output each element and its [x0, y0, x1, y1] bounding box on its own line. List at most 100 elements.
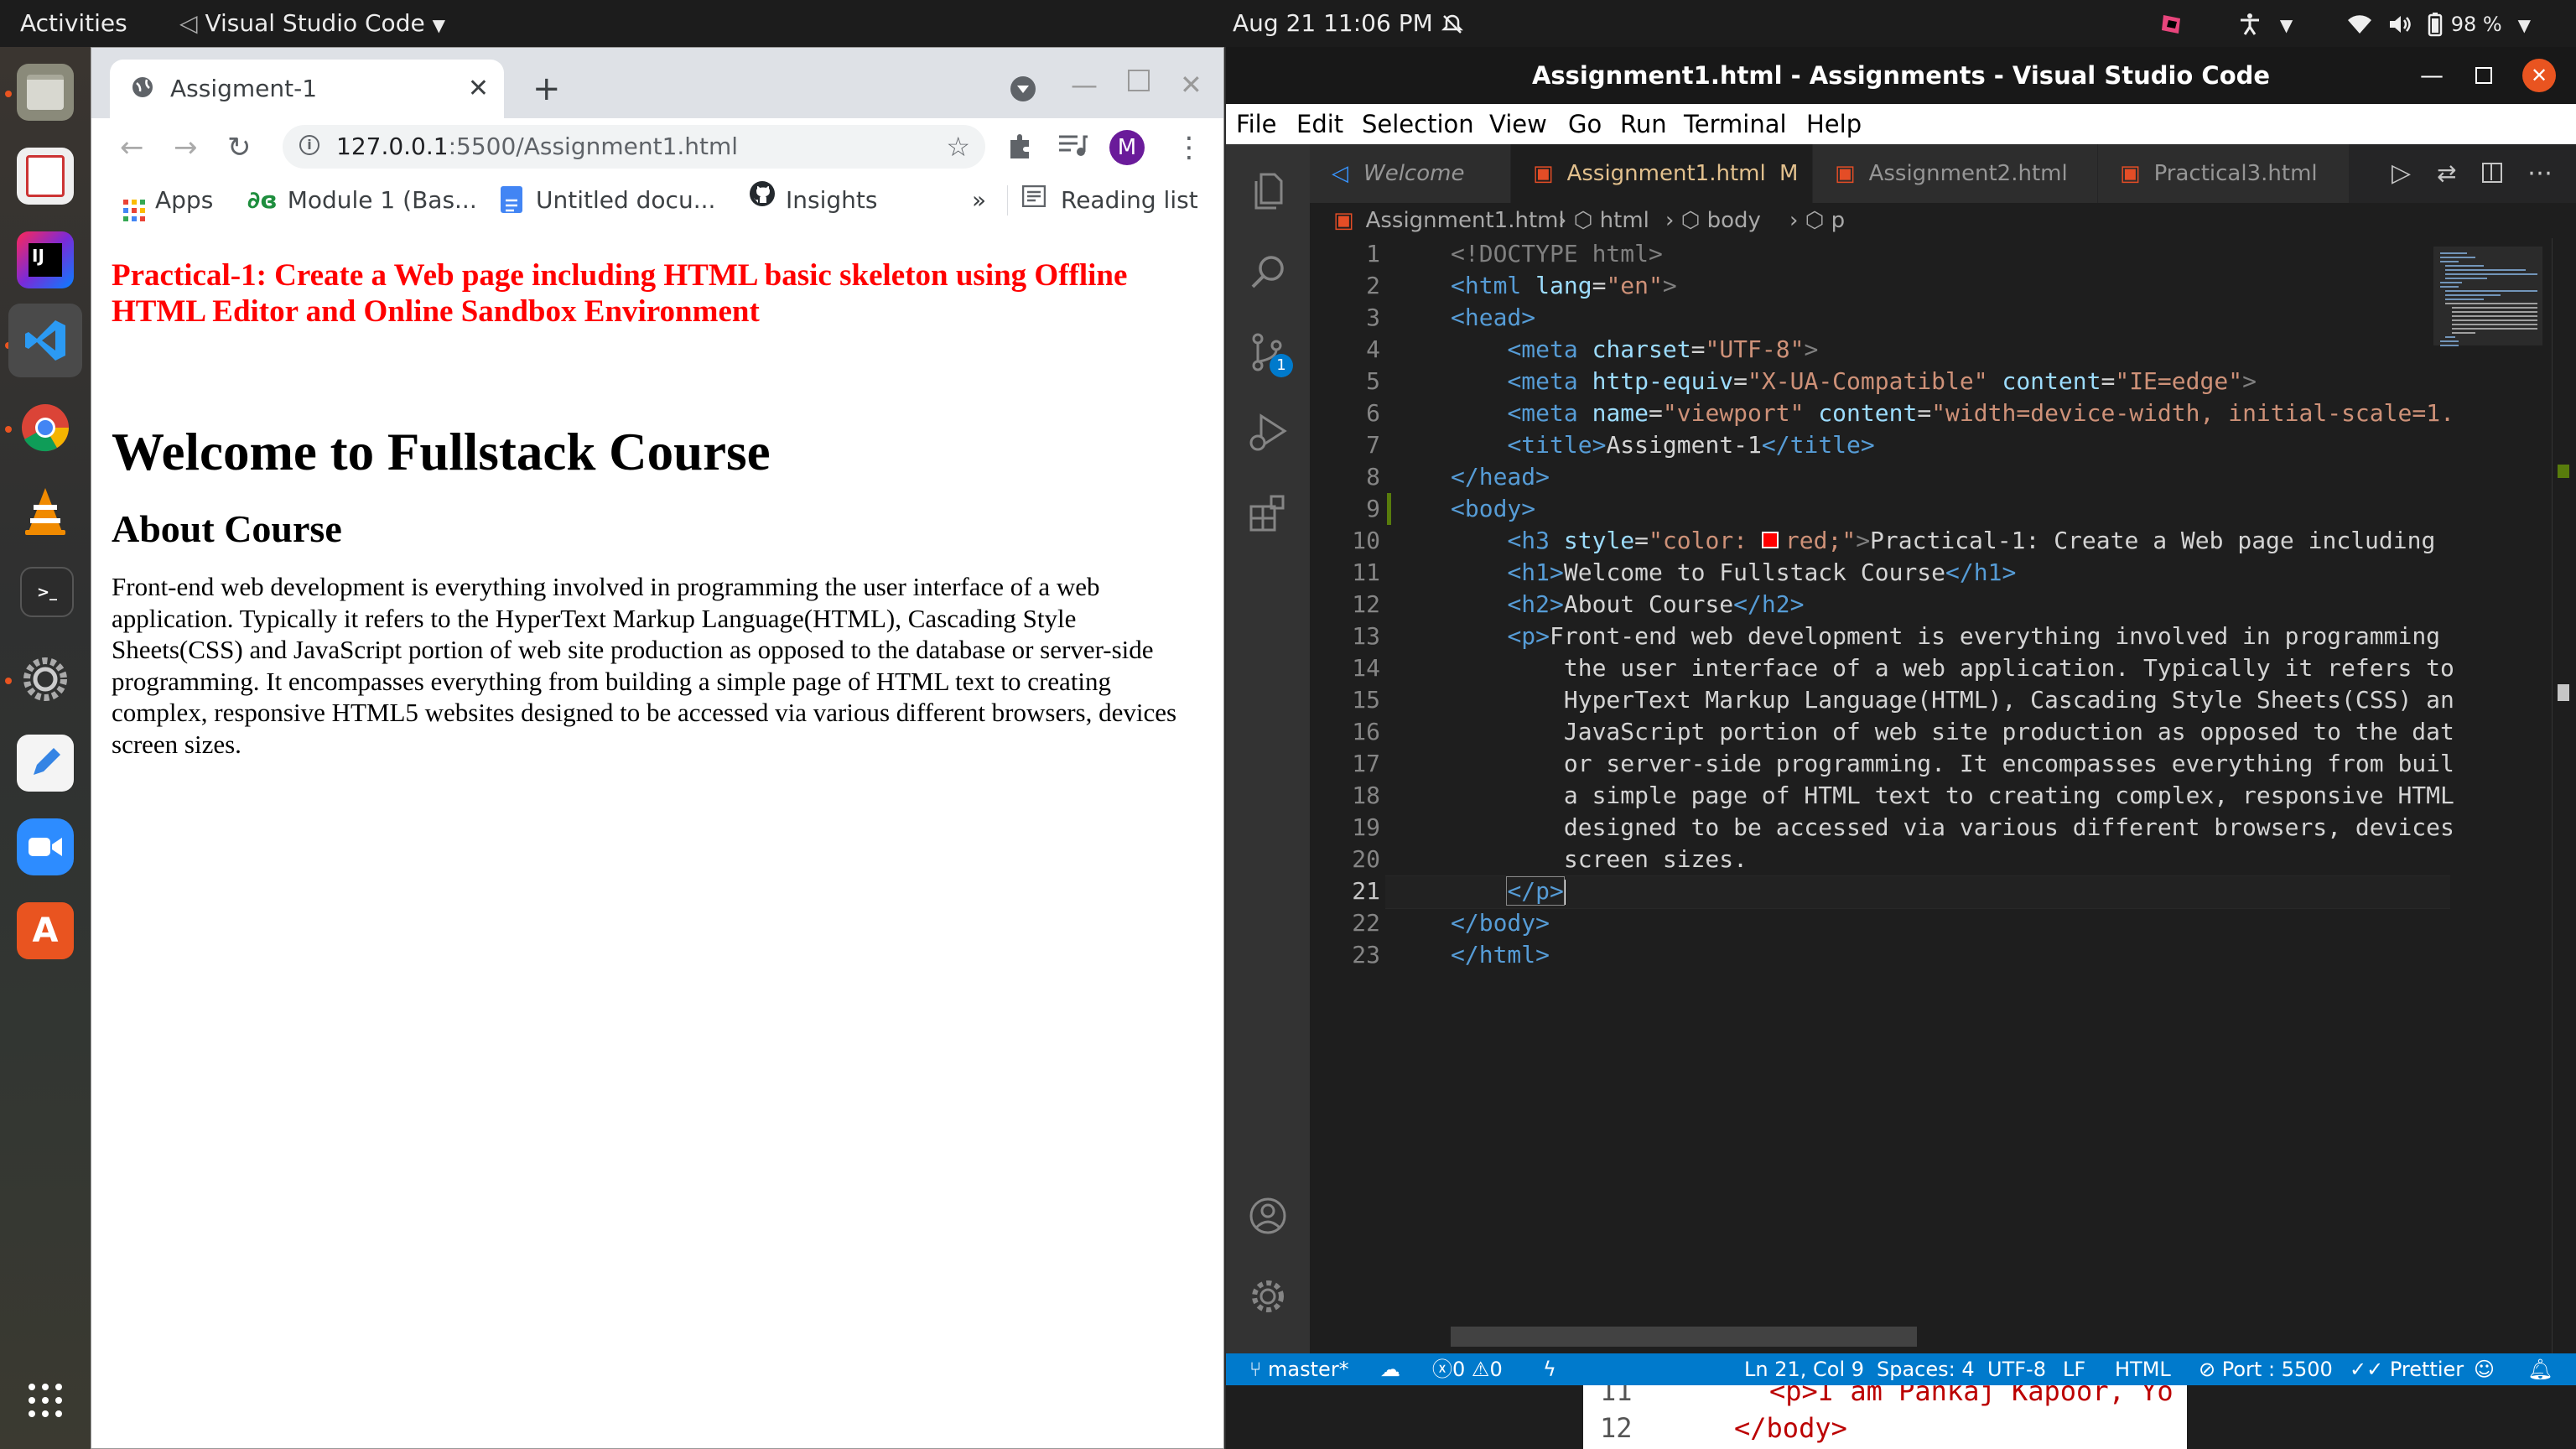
- back-icon[interactable]: ←: [120, 127, 144, 169]
- more-menu-icon[interactable]: ⋮: [1175, 127, 1203, 169]
- indentation[interactable]: Spaces: 4: [1877, 1353, 1975, 1385]
- language-mode[interactable]: HTML: [2115, 1353, 2171, 1385]
- token: <h3: [1507, 527, 1564, 554]
- app-grid-icon[interactable]: [17, 1372, 74, 1429]
- intellij-icon[interactable]: IJ: [17, 231, 74, 288]
- browser-tab[interactable]: Assigment-1 ✕: [110, 60, 504, 118]
- chevron-down-icon: ▼: [432, 15, 445, 35]
- minimize-icon[interactable]: —: [1071, 61, 1098, 108]
- reading-list-button[interactable]: Reading list: [1021, 176, 1198, 224]
- terminal-icon[interactable]: >_: [20, 567, 74, 617]
- run-icon[interactable]: ▷: [2392, 144, 2411, 203]
- clock[interactable]: Aug 21 11:06 PM: [1233, 0, 1464, 47]
- cursor-position[interactable]: Ln 21, Col 9: [1744, 1353, 1864, 1385]
- token: </h1>: [1945, 558, 2017, 586]
- profile-avatar[interactable]: M: [1109, 130, 1145, 165]
- menu-terminal[interactable]: Terminal: [1684, 104, 1787, 144]
- menu-run[interactable]: Run: [1620, 104, 1667, 144]
- open-changes-icon[interactable]: ⇄: [2437, 144, 2456, 203]
- minimize-icon[interactable]: —: [2420, 47, 2444, 104]
- close-tab-icon[interactable]: ✕: [468, 60, 489, 118]
- close-window-icon[interactable]: ✕: [2522, 59, 2556, 92]
- branch-indicator[interactable]: ⑂ master*: [1249, 1353, 1349, 1385]
- prettier-status[interactable]: ✓✓ Prettier: [2350, 1353, 2464, 1385]
- accounts-icon[interactable]: [1244, 1192, 1291, 1239]
- address-bar[interactable]: i 127.0.0.1:5500/Assignment1.html ☆: [283, 125, 985, 169]
- tab-assignment2[interactable]: ▣ Assignment2.html: [1813, 144, 2098, 203]
- settings-icon[interactable]: [17, 651, 74, 708]
- media-control-icon[interactable]: [1057, 132, 1088, 164]
- text-editor-icon[interactable]: [17, 735, 74, 792]
- bg-code-line: </body>: [1734, 1412, 1847, 1444]
- forward-icon[interactable]: →: [174, 127, 198, 169]
- extensions-icon[interactable]: [1005, 132, 1034, 164]
- search-icon[interactable]: [1244, 248, 1291, 295]
- reload-icon[interactable]: ↻: [227, 127, 252, 169]
- menu-go[interactable]: Go: [1568, 104, 1602, 144]
- lightning-icon[interactable]: ϟ: [1543, 1353, 1556, 1385]
- breadcrumb-p[interactable]: › ⬡ p: [1789, 203, 1845, 238]
- chevron-down-icon: ▼: [2279, 15, 2293, 35]
- code-editor[interactable]: 1 2 3 4 5 6 7 8 9 10 11 12 13 14 15 16 17 18 19 20 21 22 23 <!…: [1310, 238, 2576, 1353]
- jetbrains-toolbox-icon[interactable]: [2158, 0, 2184, 47]
- url-host: 127.0.0.1: [336, 132, 449, 160]
- app-menu[interactable]: ◁ Visual Studio Code ▼: [179, 0, 445, 47]
- office-icon[interactable]: [17, 148, 74, 205]
- cube-icon: ⬡: [1680, 208, 1701, 233]
- tab-assignment1[interactable]: ▣Assignment1.html M ✕: [1511, 144, 1831, 203]
- reading-list-icon: [1021, 176, 1046, 223]
- system-status[interactable]: 98 % ▼: [2346, 0, 2531, 47]
- source-control-icon[interactable]: 1: [1244, 329, 1293, 377]
- close-window-icon[interactable]: ✕: [1180, 61, 1202, 108]
- bookmark-module[interactable]: ∂ɞ Module 1 (Bas...: [247, 177, 477, 224]
- menu-selection[interactable]: Selection: [1362, 104, 1474, 144]
- run-debug-icon[interactable]: [1244, 409, 1291, 456]
- menu-edit[interactable]: Edit: [1296, 104, 1343, 144]
- maximize-icon[interactable]: [2475, 67, 2492, 84]
- tab-search-icon[interactable]: [1009, 75, 1037, 106]
- line-endings[interactable]: LF: [2063, 1353, 2085, 1385]
- extensions-icon[interactable]: [1244, 490, 1291, 537]
- breadcrumb-html[interactable]: › ⬡ html: [1558, 203, 1649, 238]
- html5-icon: ▣: [1533, 161, 1554, 186]
- live-server-port[interactable]: ⊘ Port : 5500: [2199, 1353, 2333, 1385]
- encoding[interactable]: UTF-8: [1987, 1353, 2046, 1385]
- bookmark-untitled-doc[interactable]: Untitled docu...: [501, 177, 715, 224]
- tab-practical3[interactable]: ▣ Practical3.html: [2098, 144, 2350, 203]
- vertical-scrollbar[interactable]: [2552, 238, 2576, 1353]
- horizontal-scrollbar-thumb[interactable]: [1451, 1327, 1917, 1347]
- manage-gear-icon[interactable]: [1244, 1273, 1291, 1320]
- vlc-icon[interactable]: [17, 483, 74, 540]
- files-icon[interactable]: [17, 64, 74, 121]
- chrome-icon[interactable]: [17, 399, 74, 456]
- new-tab-icon[interactable]: +: [532, 60, 561, 118]
- bookmark-label: Apps: [155, 186, 214, 214]
- notifications-bell-icon[interactable]: 🔔︎: [2527, 1353, 2553, 1385]
- software-center-icon[interactable]: A: [17, 902, 74, 959]
- more-actions-icon[interactable]: ⋯: [2527, 144, 2553, 203]
- accessibility-icon[interactable]: ▼: [2237, 0, 2293, 47]
- split-editor-icon[interactable]: [2482, 163, 2502, 183]
- activities-button[interactable]: Activities: [20, 0, 127, 47]
- google-docs-icon: [501, 186, 522, 213]
- vscode-icon[interactable]: [8, 304, 82, 377]
- breadcrumb-body[interactable]: › ⬡ body: [1665, 203, 1761, 238]
- zoom-icon[interactable]: [17, 818, 74, 875]
- menu-view[interactable]: View: [1489, 104, 1547, 144]
- menu-file[interactable]: File: [1236, 104, 1277, 144]
- feedback-icon[interactable]: ☺: [2474, 1353, 2495, 1385]
- breadcrumb-file[interactable]: ▣ Assignment1.html: [1333, 203, 1565, 238]
- color-swatch[interactable]: [1761, 532, 1779, 548]
- minimap[interactable]: [2433, 238, 2542, 1353]
- menu-help[interactable]: Help: [1806, 104, 1862, 144]
- maximize-icon[interactable]: [1128, 70, 1150, 91]
- bookmark-insights[interactable]: Insights: [749, 177, 877, 224]
- bookmarks-overflow-button[interactable]: »: [972, 177, 986, 224]
- bookmark-apps[interactable]: Apps: [123, 177, 213, 224]
- tab-welcome[interactable]: ◁ Welcome: [1310, 144, 1511, 203]
- problems-indicator[interactable]: ⓧ0 ⚠0: [1432, 1353, 1503, 1385]
- explorer-icon[interactable]: [1244, 168, 1291, 215]
- bookmark-star-icon[interactable]: ☆: [946, 125, 970, 169]
- sync-icon[interactable]: ☁: [1380, 1353, 1400, 1385]
- minimap-slider[interactable]: [2433, 247, 2542, 345]
